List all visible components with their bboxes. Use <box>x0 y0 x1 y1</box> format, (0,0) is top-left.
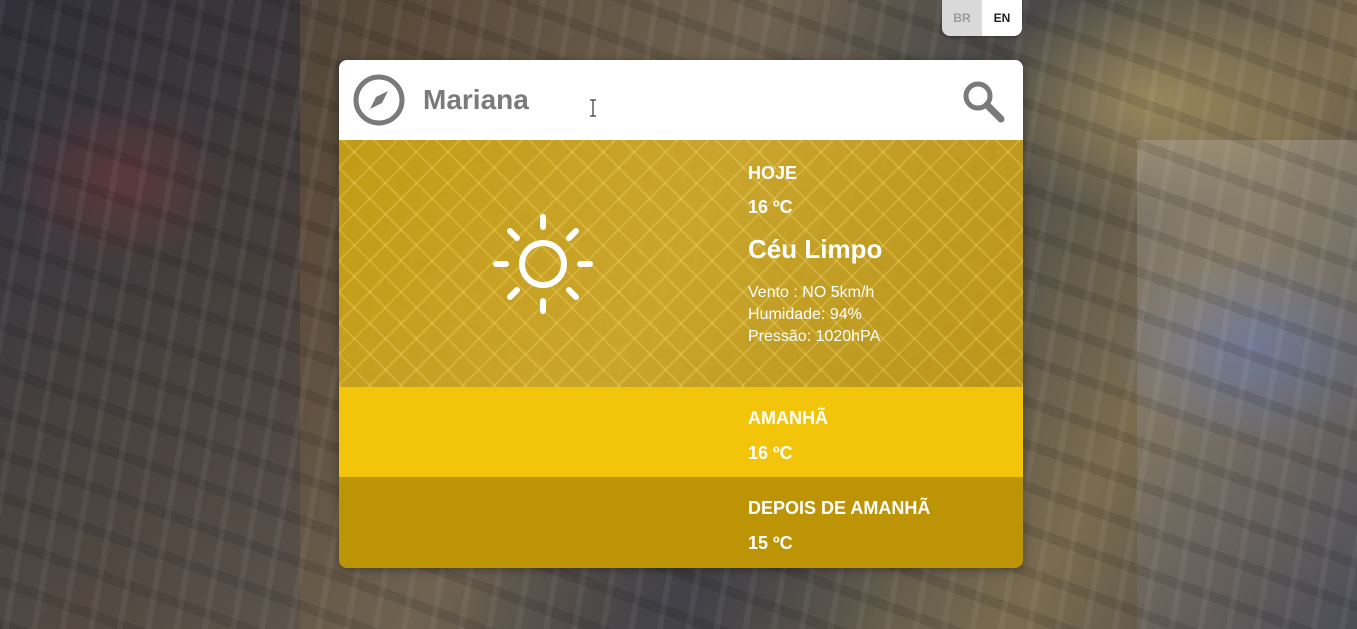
weather-card: HOJE 16 ºC Céu Limpo Vento : NO 5km/h Hu… <box>339 60 1023 568</box>
compass-icon <box>353 74 405 126</box>
language-switch: BR EN <box>942 0 1022 36</box>
humidity-text: Humidade: 94% <box>748 306 862 323</box>
tomorrow-info: AMANHÃ 16 ºC <box>748 407 828 464</box>
today-label: HOJE <box>748 163 798 183</box>
tomorrow-temperature: 16 ºC <box>748 443 793 463</box>
today-section: HOJE 16 ºC Céu Limpo Vento : NO 5km/h Hu… <box>339 140 1023 387</box>
city-search-input[interactable] <box>423 80 943 120</box>
today-info: HOJE 16 ºC Céu Limpo Vento : NO 5km/h Hu… <box>748 162 882 348</box>
after-tomorrow-label: DEPOIS DE AMANHÃ <box>748 498 931 518</box>
wind-text: Vento : NO 5km/h <box>748 284 875 301</box>
language-br-button[interactable]: BR <box>942 0 982 36</box>
tomorrow-label: AMANHÃ <box>748 408 828 428</box>
search-bar <box>339 60 1023 140</box>
background-photo-left <box>0 0 300 629</box>
language-en-button[interactable]: EN <box>982 0 1022 36</box>
sun-icon <box>493 214 593 314</box>
today-description: Céu Limpo <box>748 234 883 264</box>
pressure-text: Pressão: 1020hPA <box>748 328 881 345</box>
after-tomorrow-temperature: 15 ºC <box>748 533 793 553</box>
today-temperature: 16 ºC <box>748 197 793 217</box>
text-cursor-icon <box>590 99 596 117</box>
tomorrow-section: AMANHÃ 16 ºC <box>339 387 1023 477</box>
search-icon[interactable] <box>961 79 1005 123</box>
today-details: Vento : NO 5km/h Humidade: 94% Pressão: … <box>748 282 882 348</box>
background-photo-right <box>1137 140 1357 629</box>
after-tomorrow-info: DEPOIS DE AMANHÃ 15 ºC <box>748 497 930 554</box>
page: BR EN Mariana HOJE 16 ºC Céu Limpo Vento… <box>0 0 1357 629</box>
after-tomorrow-section: DEPOIS DE AMANHÃ 15 ºC <box>339 477 1023 568</box>
